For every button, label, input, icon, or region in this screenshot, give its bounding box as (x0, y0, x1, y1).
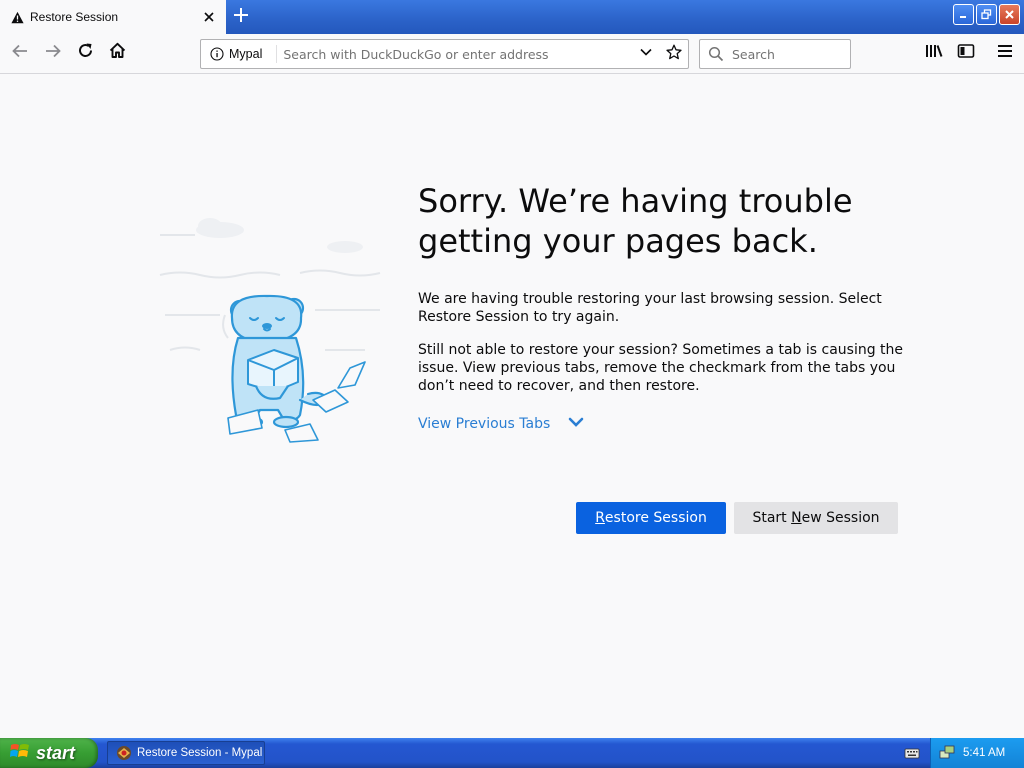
search-input[interactable] (732, 46, 842, 62)
bookmark-star-button[interactable] (660, 40, 688, 68)
url-dropdown-button[interactable] (632, 40, 660, 68)
info-icon[interactable] (210, 47, 224, 61)
page-title-line1: Sorry. We’re having trouble (418, 182, 853, 220)
restore-window-button[interactable] (976, 4, 997, 25)
back-button[interactable] (5, 38, 35, 68)
forward-arrow-icon (44, 42, 62, 65)
search-bar[interactable] (699, 39, 851, 69)
view-previous-tabs-toggle[interactable]: View Previous Tabs (418, 416, 584, 432)
close-icon[interactable] (200, 8, 218, 26)
tab-title: Restore Session (30, 10, 119, 24)
url-input[interactable] (283, 46, 632, 62)
troubleshoot-explanation: Still not able to restore your session? … (418, 342, 904, 394)
close-window-button[interactable] (999, 4, 1020, 25)
restore-button-accesskey: R (595, 510, 605, 526)
sidebar-button[interactable] (951, 38, 981, 68)
page-title: Sorry. We’re having trouble getting your… (418, 181, 898, 261)
taskbar-item-label: Restore Session - Mypal (137, 747, 263, 759)
tab-restore-session[interactable]: Restore Session (0, 0, 226, 34)
reload-button[interactable] (70, 38, 100, 68)
new-session-label-rest: ew Session (801, 510, 880, 526)
page-content: Sorry. We’re having trouble getting your… (0, 75, 1024, 738)
new-session-accesskey: N (791, 510, 802, 526)
back-arrow-icon (11, 42, 29, 65)
tab-strip: Restore Session (0, 0, 1024, 34)
forward-button[interactable] (38, 38, 68, 68)
library-icon (925, 43, 943, 64)
library-button[interactable] (919, 38, 949, 68)
clock[interactable]: 5:41 AM (963, 747, 1005, 759)
plus-icon (233, 7, 249, 28)
identity-label[interactable]: Mypal (229, 45, 278, 63)
new-session-label-prefix: Start (752, 510, 792, 526)
start-label: start (36, 742, 76, 763)
url-bar[interactable]: Mypal (200, 39, 689, 69)
keyboard-layout-icon[interactable] (904, 745, 920, 761)
sad-bear-illustration (150, 210, 390, 450)
sidebar-icon (957, 43, 975, 64)
hamburger-menu-icon (997, 44, 1013, 63)
star-icon (666, 44, 682, 65)
menu-button[interactable] (990, 38, 1020, 68)
start-button[interactable]: start (0, 738, 98, 768)
warning-icon (10, 10, 24, 24)
start-new-session-button[interactable]: Start New Session (734, 502, 898, 534)
network-icon[interactable] (939, 744, 955, 763)
chevron-down-icon (639, 45, 653, 64)
view-previous-tabs-label: View Previous Tabs (418, 416, 551, 432)
taskbar-item-mypal[interactable]: Restore Session - Mypal (107, 741, 265, 765)
mypal-app-icon (116, 745, 132, 761)
system-tray: 5:41 AM (930, 738, 1024, 768)
minimize-button[interactable] (953, 4, 974, 25)
restore-explanation: We are having trouble restoring your las… (418, 291, 882, 325)
window-controls (953, 4, 1020, 25)
home-icon (109, 42, 126, 64)
navigation-toolbar: Mypal (0, 34, 1024, 74)
restore-button-label: estore Session (604, 510, 707, 526)
taskbar: start Restore Session - Mypal 5:41 AM (0, 738, 1024, 768)
reload-icon (77, 42, 94, 64)
home-button[interactable] (102, 38, 132, 68)
search-icon (708, 46, 724, 62)
new-tab-button[interactable] (228, 4, 254, 30)
chevron-down-icon (568, 416, 584, 432)
windows-logo-icon (10, 742, 30, 765)
restore-session-button[interactable]: Restore Session (576, 502, 726, 534)
page-title-line2: getting your pages back. (418, 222, 818, 260)
